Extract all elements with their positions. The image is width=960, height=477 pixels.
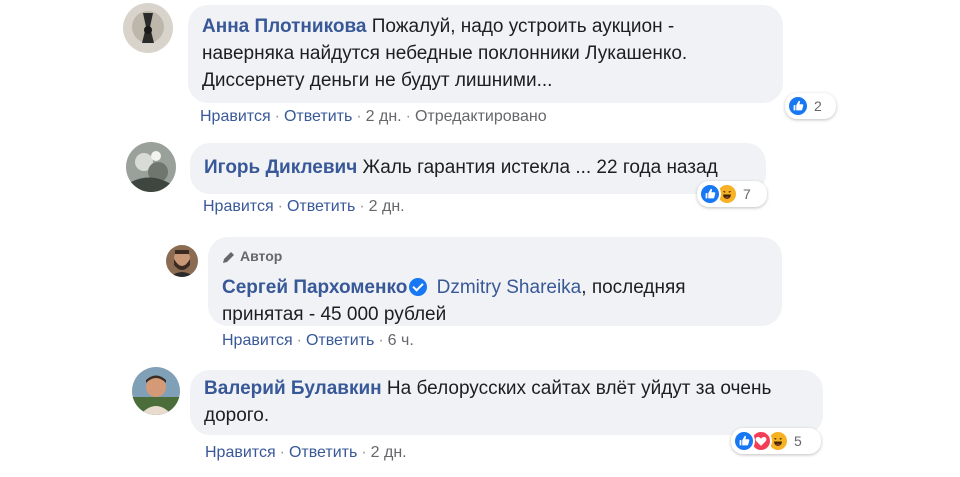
like-link[interactable]: Нравится bbox=[222, 332, 293, 349]
verified-icon bbox=[409, 278, 428, 296]
separator: · bbox=[279, 444, 285, 461]
like-link[interactable]: Нравится bbox=[200, 108, 271, 125]
reactions-summary[interactable]: 2 bbox=[785, 93, 836, 119]
separator: · bbox=[405, 108, 411, 125]
separator: · bbox=[296, 332, 302, 349]
reaction-count: 2 bbox=[814, 98, 822, 114]
comment-bubble: Игорь Диклевич Жаль гарантия истекла ...… bbox=[190, 143, 766, 194]
comment-bubble: Автор Сергей Пархоменко Dzmitry Shareika… bbox=[208, 237, 782, 326]
separator: · bbox=[359, 198, 365, 215]
avatar[interactable] bbox=[123, 3, 173, 53]
like-link[interactable]: Нравится bbox=[203, 198, 274, 215]
timestamp[interactable]: 2 дн. bbox=[371, 444, 407, 461]
comment-body: Сергей Пархоменко Dzmitry Shareika, посл… bbox=[222, 274, 768, 328]
timestamp[interactable]: 2 дн. bbox=[366, 108, 402, 125]
comment-text: Жаль гарантия истекла ... 22 года назад bbox=[362, 157, 718, 178]
reactions-summary[interactable]: 7 bbox=[697, 181, 767, 207]
like-icon bbox=[787, 95, 809, 117]
pencil-icon bbox=[223, 251, 234, 263]
separator: · bbox=[378, 332, 384, 349]
reaction-count: 5 bbox=[794, 433, 802, 449]
like-icon bbox=[733, 430, 755, 452]
mention-link[interactable]: Dzmitry Shareika bbox=[437, 277, 582, 298]
edited-label[interactable]: Отредактировано bbox=[415, 108, 547, 125]
comment-actions: Нравится · Ответить · 2 дн. bbox=[203, 198, 405, 216]
reactions-summary[interactable]: 5 bbox=[731, 428, 821, 454]
author-badge-label: Автор bbox=[240, 248, 283, 264]
reply-link[interactable]: Ответить bbox=[289, 444, 357, 461]
separator: · bbox=[361, 444, 367, 461]
author-badge: Автор bbox=[222, 243, 768, 270]
like-link[interactable]: Нравится bbox=[205, 444, 276, 461]
comment-author[interactable]: Сергей Пархоменко bbox=[222, 277, 407, 298]
comment-actions: Нравится · Ответить · 2 дн. bbox=[205, 444, 407, 462]
reply-link[interactable]: Ответить bbox=[284, 108, 352, 125]
avatar[interactable] bbox=[126, 142, 176, 192]
reply-link[interactable]: Ответить bbox=[287, 198, 355, 215]
separator: · bbox=[356, 108, 362, 125]
comment-bubble: Валерий Булавкин На белорусских сайтах в… bbox=[190, 370, 823, 435]
reaction-count: 7 bbox=[743, 186, 751, 202]
comment-author[interactable]: Игорь Диклевич bbox=[204, 157, 357, 178]
avatar[interactable] bbox=[132, 367, 180, 415]
comment-actions: Нравится · Ответить · 2 дн. · Отредактировано bbox=[200, 108, 547, 126]
avatar[interactable] bbox=[166, 245, 198, 277]
timestamp[interactable]: 6 ч. bbox=[388, 332, 414, 349]
separator: · bbox=[274, 108, 280, 125]
comment-author[interactable]: Валерий Булавкин bbox=[204, 378, 382, 399]
comment-bubble: Анна Плотникова Пожалуй, надо устроить а… bbox=[188, 5, 783, 103]
comment-actions: Нравится · Ответить · 6 ч. bbox=[222, 332, 414, 350]
timestamp[interactable]: 2 дн. bbox=[369, 198, 405, 215]
like-icon bbox=[699, 183, 721, 205]
comment-author[interactable]: Анна Плотникова bbox=[202, 16, 366, 37]
separator: · bbox=[277, 198, 283, 215]
reply-link[interactable]: Ответить bbox=[306, 332, 374, 349]
